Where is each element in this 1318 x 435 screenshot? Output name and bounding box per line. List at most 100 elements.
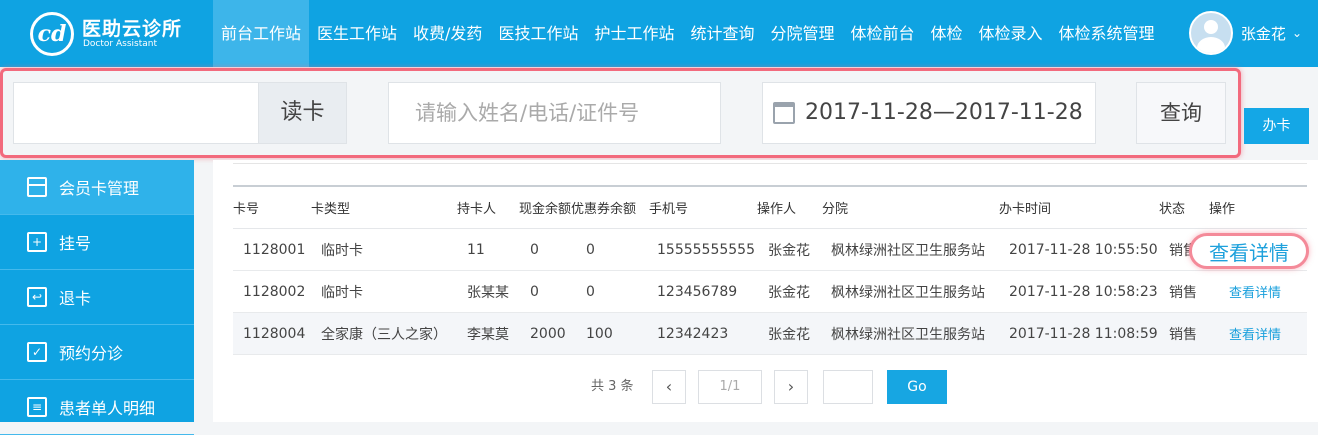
status-cell: 销售 [1169, 326, 1197, 343]
nav-item-front-desk[interactable]: 前台工作站 [213, 0, 310, 67]
search-bar: 读卡 请输入姓名/电话/证件号 2017-11-28—2017-11-28 查询 [0, 68, 1241, 158]
column-header: 办卡时间 [999, 202, 1052, 217]
top-navbar: cd 医助云诊所 Doctor Assistant 前台工作站 医生工作站 收费… [0, 0, 1318, 67]
time-cell: 2017-11-28 10:58:23 [1009, 283, 1158, 300]
go-button[interactable]: Go [887, 370, 947, 404]
nav-item-charge[interactable]: 收费/发药 [405, 0, 490, 67]
column-header: 操作 [1209, 202, 1236, 217]
card-number-input[interactable] [13, 82, 259, 144]
nav-item-checkup[interactable]: 体检 [923, 0, 971, 67]
sidebar-item-label: 挂号 [59, 234, 92, 253]
nav-item-doctor[interactable]: 医生工作站 [309, 0, 405, 67]
nav-item-checkup-admin[interactable]: 体检系统管理 [1051, 0, 1163, 67]
sidebar-item-label: 预约分诊 [59, 344, 124, 363]
card-number-cell: 1128002 [243, 283, 306, 300]
view-details-link[interactable]: 查看详情 [1229, 271, 1281, 312]
coupon-cell: 0 [586, 241, 595, 258]
table-header: 卡号 卡类型 持卡人 现金余额 优惠券余额 手机号 操作人 分院 办卡时间 状态… [233, 185, 1307, 229]
card-type-cell: 全家康（三人之家） [321, 326, 447, 343]
card-type-cell: 临时卡 [321, 242, 363, 259]
nav-item-nurse[interactable]: 护士工作站 [586, 0, 682, 67]
nav-item-checkup-entry[interactable]: 体检录入 [971, 0, 1051, 67]
card-number-cell: 1128001 [243, 241, 306, 258]
sidebar-item-appointment[interactable]: ✓ 预约分诊 [0, 325, 194, 380]
main-nav: 前台工作站 医生工作站 收费/发药 医技工作站 护士工作站 统计查询 分院管理 … [213, 0, 1163, 67]
sidebar-item-register[interactable]: + 挂号 [0, 215, 194, 270]
sidebar-item-patient-detail[interactable]: ≡ 患者单人明细 [0, 380, 194, 435]
branch-cell: 枫林绿洲社区卫生服务站 [831, 284, 985, 301]
card-icon [27, 177, 47, 197]
view-details-link[interactable]: 查看详情 [1229, 313, 1281, 354]
column-header: 现金余额 [519, 202, 572, 217]
date-range-picker[interactable]: 2017-11-28—2017-11-28 [762, 82, 1096, 144]
pagination: 共 3 条 ‹ 1/1 › Go [213, 370, 1318, 404]
table-row: 1128004 全家康（三人之家） 李某莫 2000 100 12342423 … [233, 313, 1307, 355]
calendar-plus-icon: + [27, 232, 47, 252]
column-header: 分院 [822, 202, 849, 217]
logo-subtitle: Doctor Assistant [83, 39, 157, 49]
search-input[interactable]: 请输入姓名/电话/证件号 [388, 82, 721, 144]
holder-cell: 11 [467, 241, 485, 258]
nav-item-branch[interactable]: 分院管理 [762, 0, 842, 67]
table-row: 1128002 临时卡 张某某 0 0 123456789 张金花 枫林绿洲社区… [233, 271, 1307, 313]
holder-cell: 张某某 [467, 284, 509, 301]
calendar-icon [773, 102, 795, 124]
operator-cell: 张金花 [768, 242, 810, 259]
sidebar-item-label: 退卡 [59, 289, 92, 308]
time-cell: 2017-11-28 11:08:59 [1009, 325, 1158, 342]
sidebar-item-member-card[interactable]: 会员卡管理 [0, 160, 194, 215]
nav-item-checkup-desk[interactable]: 体检前台 [843, 0, 923, 67]
branch-cell: 枫林绿洲社区卫生服务站 [831, 326, 985, 343]
card-type-cell: 临时卡 [321, 284, 363, 301]
holder-cell: 李某莫 [467, 326, 509, 343]
issue-card-button[interactable]: 办卡 [1244, 108, 1309, 144]
sidebar: 会员卡管理 + 挂号 ↩ 退卡 ✓ 预约分诊 ≡ 患者单人明细 [0, 160, 194, 435]
status-cell: 销售 [1169, 284, 1197, 301]
sidebar-item-label: 会员卡管理 [59, 179, 140, 198]
column-header: 状态 [1159, 202, 1186, 217]
column-header: 卡号 [233, 202, 260, 217]
chevron-down-icon[interactable]: ⌄ [1292, 26, 1302, 40]
member-card-table: 卡号 卡类型 持卡人 现金余额 优惠券余额 手机号 操作人 分院 办卡时间 状态… [233, 185, 1309, 355]
operator-cell: 张金花 [768, 284, 810, 301]
sidebar-item-refund-card[interactable]: ↩ 退卡 [0, 270, 194, 325]
coupon-cell: 100 [586, 325, 613, 342]
calendar-check-icon: ✓ [27, 342, 47, 362]
branch-cell: 枫林绿洲社区卫生服务站 [831, 242, 985, 259]
column-header: 持卡人 [457, 202, 497, 217]
cash-cell: 0 [530, 283, 539, 300]
nav-item-statistics[interactable]: 统计查询 [682, 0, 762, 67]
cash-cell: 2000 [530, 325, 566, 342]
page-info: 1/1 [698, 370, 762, 404]
card-number-cell: 1128004 [243, 325, 306, 342]
view-details-highlight: 查看详情 [1189, 233, 1309, 269]
next-page-button[interactable]: › [774, 370, 808, 404]
document-icon: ≡ [27, 397, 47, 417]
nav-item-medtech[interactable]: 医技工作站 [490, 0, 586, 67]
logo-mark-icon: cd [30, 12, 74, 56]
user-name: 张金花 [1240, 24, 1286, 43]
main-content: 卡号 卡类型 持卡人 现金余额 优惠券余额 手机号 操作人 分院 办卡时间 状态… [213, 160, 1318, 422]
read-card-button[interactable]: 读卡 [258, 82, 347, 144]
coupon-cell: 0 [586, 283, 595, 300]
phone-cell: 123456789 [657, 283, 738, 300]
logo[interactable]: cd 医助云诊所 Doctor Assistant [30, 12, 220, 56]
phone-cell: 12342423 [657, 325, 729, 342]
time-cell: 2017-11-28 10:55:50 [1009, 241, 1158, 258]
user-menu[interactable]: 张金花 ⌄ [1188, 11, 1302, 55]
phone-cell: 15555555555 [657, 241, 755, 258]
query-button[interactable]: 查询 [1136, 82, 1226, 144]
avatar[interactable] [1188, 11, 1233, 55]
column-header: 优惠券余额 [571, 202, 637, 217]
date-range-value: 2017-11-28—2017-11-28 [805, 100, 1083, 125]
column-header: 手机号 [649, 202, 689, 217]
prev-page-button[interactable]: ‹ [652, 370, 686, 404]
table-row: 1128001 临时卡 11 0 0 15555555555 张金花 枫林绿洲社… [233, 229, 1309, 271]
column-header: 操作人 [757, 202, 797, 217]
undo-icon: ↩ [27, 287, 47, 307]
page-jump-input[interactable] [823, 370, 873, 404]
divider [233, 163, 1307, 164]
view-details-link[interactable]: 查看详情 [1209, 237, 1289, 266]
total-count: 共 3 条 [591, 379, 634, 394]
column-header: 卡类型 [311, 202, 351, 217]
